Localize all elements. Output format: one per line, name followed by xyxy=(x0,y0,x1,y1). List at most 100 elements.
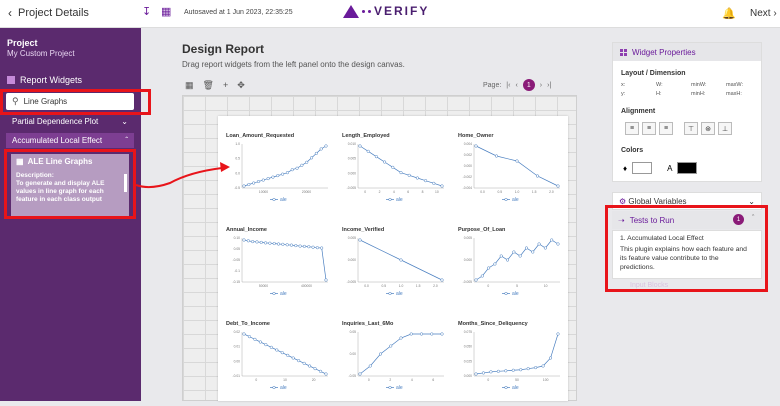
y-tick-label: 0.00 xyxy=(234,359,241,363)
y-tick-label: 0.00 xyxy=(350,352,357,356)
data-point xyxy=(252,181,256,185)
y-tick-label: 0.5 xyxy=(235,157,240,161)
dimension-fields[interactable]: x: W: minW: maxW: y: H: minH: maxH: xyxy=(621,82,761,97)
align-top-icon[interactable]: ⊤ xyxy=(684,122,698,135)
highlight-tests xyxy=(605,205,768,292)
dim-field[interactable]: minH: xyxy=(691,91,726,97)
data-point xyxy=(440,332,444,336)
y-tick-label: -0.005 xyxy=(347,186,357,190)
data-point xyxy=(253,337,257,341)
x-tick-label: 2.0 xyxy=(549,190,554,194)
chevron-up-icon: ˆ xyxy=(125,136,128,145)
data-point xyxy=(309,156,314,160)
y-tick-label: 0.10 xyxy=(234,236,241,240)
data-point xyxy=(391,165,395,169)
data-point xyxy=(407,173,411,177)
x-tick-label: 50 xyxy=(515,378,519,382)
logo: VERIFY xyxy=(343,4,429,18)
data-point xyxy=(258,340,262,344)
data-point xyxy=(291,356,295,360)
data-point xyxy=(261,178,265,182)
y-tick-label: 0.000 xyxy=(464,374,472,378)
x-tick-label: 6 xyxy=(407,190,409,194)
data-point xyxy=(474,372,478,376)
save-icon[interactable]: ▦ xyxy=(161,7,172,18)
download-icon[interactable]: ↧ xyxy=(142,7,153,18)
data-point xyxy=(290,168,294,172)
prev-page-icon[interactable]: ‹ xyxy=(515,82,517,89)
back-button[interactable]: ‹ Project Details xyxy=(8,6,89,20)
move-icon[interactable]: ✥ xyxy=(237,80,245,91)
widget-properties-icon xyxy=(620,48,627,56)
add-icon[interactable]: + xyxy=(223,80,228,91)
x-tick-label: 0 xyxy=(364,190,366,194)
legend-marker xyxy=(504,197,508,202)
y-tick-label: 0.02 xyxy=(234,330,241,334)
data-point xyxy=(430,332,434,336)
x-tick-label: 0 xyxy=(487,378,489,382)
autosave-status: Autosaved at 1 Jun 2023, 22:35:25 xyxy=(184,9,293,16)
next-button[interactable]: Next › xyxy=(750,8,777,19)
data-point xyxy=(556,242,560,246)
legend-label: ale xyxy=(512,385,519,391)
last-page-icon[interactable]: ›| xyxy=(547,82,551,89)
group-accumulated-local-effect[interactable]: Accumulated Local Effect ˆ xyxy=(6,133,134,148)
align-left-icon[interactable]: ≡ xyxy=(625,122,639,135)
next-page-icon[interactable]: › xyxy=(540,82,542,89)
dim-field[interactable]: y: xyxy=(621,91,656,97)
top-bar: ‹ Project Details ↧ ▦ Autosaved at 1 Jun… xyxy=(0,0,780,28)
first-page-icon[interactable]: |‹ xyxy=(506,82,510,89)
legend-label: ale xyxy=(280,385,287,391)
bell-icon[interactable]: 🔔 xyxy=(722,7,736,20)
group-partial-dependence[interactable]: Partial Dependence Plot ⌄ xyxy=(6,114,134,129)
align-center-icon[interactable]: ≡ xyxy=(642,122,656,135)
align-right-icon[interactable]: ≡ xyxy=(659,122,673,135)
data-point xyxy=(399,171,403,175)
grid-icon[interactable]: ▦ xyxy=(185,80,194,91)
data-point xyxy=(531,250,535,254)
data-point xyxy=(275,348,279,352)
data-point xyxy=(256,180,261,184)
x-tick-label: 0.0 xyxy=(480,190,485,194)
text-color-swatch[interactable] xyxy=(677,162,698,174)
data-point xyxy=(537,242,541,246)
data-point xyxy=(399,336,403,340)
align-bottom-icon[interactable]: ⊥ xyxy=(718,122,732,135)
legend-marker xyxy=(272,385,276,390)
dim-field[interactable]: W: xyxy=(656,82,691,88)
data-point xyxy=(268,241,272,245)
dim-field[interactable]: maxH: xyxy=(726,91,761,97)
widgets-icon xyxy=(7,76,15,84)
dim-field[interactable]: maxW: xyxy=(726,82,761,88)
data-point xyxy=(511,368,515,372)
dim-field[interactable]: H: xyxy=(656,91,691,97)
dim-field[interactable]: minW: xyxy=(691,82,726,88)
y-tick-label: 0.050 xyxy=(464,345,472,349)
legend-marker xyxy=(388,197,392,202)
data-point xyxy=(276,174,280,178)
data-point xyxy=(548,356,553,360)
data-point xyxy=(314,151,318,155)
fill-color-swatch[interactable] xyxy=(632,162,653,174)
y-tick-label: 0.000 xyxy=(464,258,472,262)
dim-field[interactable]: x: xyxy=(621,82,656,88)
legend-label: ale xyxy=(280,197,287,203)
y-tick-label: 0.010 xyxy=(348,142,356,146)
y-tick-label: -0.01 xyxy=(232,374,240,378)
current-page[interactable]: 1 xyxy=(522,79,535,91)
y-tick-label: 0.005 xyxy=(464,236,472,240)
y-tick-label: 0.075 xyxy=(464,330,472,334)
trash-icon[interactable]: 🗑 xyxy=(203,80,214,91)
data-point xyxy=(526,367,530,371)
y-tick-label: -0.005 xyxy=(463,280,473,284)
report-page[interactable]: Loan_Amount_Requested 1.0 0.5 0.0 -0.5 10000 2… xyxy=(218,116,568,401)
data-point xyxy=(366,149,370,153)
data-point xyxy=(324,278,328,282)
x-tick-label: 0.0 xyxy=(364,284,369,288)
align-middle-icon[interactable]: ⊛ xyxy=(701,122,715,135)
chart-title: Length_Employed xyxy=(342,133,390,139)
project-heading: Project xyxy=(7,38,38,48)
y-tick-label: 0.01 xyxy=(234,345,241,349)
data-point xyxy=(247,335,252,339)
data-point xyxy=(518,254,522,258)
